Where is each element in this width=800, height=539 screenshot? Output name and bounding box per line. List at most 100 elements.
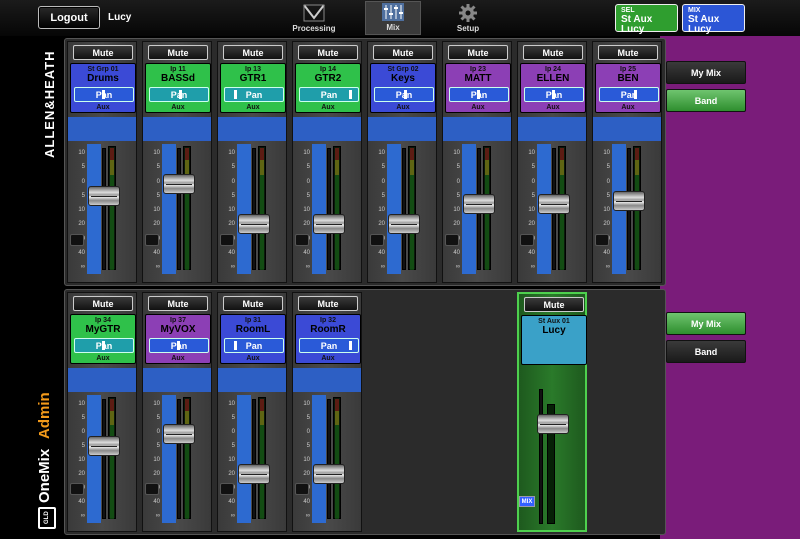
pan-control[interactable]: Pan (299, 87, 359, 102)
pafl-button[interactable] (595, 234, 609, 246)
scale-label: 5 (606, 192, 610, 199)
fader-knob[interactable] (88, 185, 120, 206)
top-my-mix-button[interactable]: My Mix (666, 61, 746, 84)
fader-knob[interactable] (238, 464, 270, 485)
channel-strip: Mute St Grp 01 Drums Pan Aux 10505102030… (67, 41, 137, 283)
tab-mix[interactable]: Mix (365, 1, 421, 35)
bottom-band-button[interactable]: Band (666, 340, 746, 363)
aux-label: Aux (621, 104, 635, 111)
scale-label: 5 (156, 443, 160, 449)
channel-label[interactable]: St Grp 02 Keys Pan Aux (370, 63, 436, 113)
level-meter (108, 397, 116, 519)
mute-button[interactable]: Mute (298, 296, 358, 311)
channel-label[interactable]: Ip 25 BEN Pan Aux (595, 63, 661, 113)
pan-control[interactable]: Pan (74, 338, 134, 353)
mute-button[interactable]: Mute (448, 45, 508, 60)
fader-knob[interactable] (538, 193, 570, 214)
scale-label: ∞ (605, 264, 610, 270)
mix-button[interactable]: MIX St Aux Lucy (682, 4, 745, 35)
meter-segment (185, 399, 189, 411)
pafl-button[interactable] (520, 234, 534, 246)
fader-scale: 1050510203040∞ (223, 144, 235, 274)
pafl-button[interactable] (220, 234, 234, 246)
sel-button[interactable]: SEL St Aux Lucy (615, 4, 678, 35)
fader-knob[interactable] (613, 191, 645, 212)
top-fader-bank: Mute St Grp 01 Drums Pan Aux 10505102030… (64, 38, 666, 286)
scale-label: 5 (306, 443, 310, 449)
pafl-button[interactable] (445, 234, 459, 246)
channel-name: GTR2 (314, 73, 342, 84)
channel-label[interactable]: Ip 32 RoomR Pan Aux (295, 314, 361, 364)
pan-control[interactable]: Pan (224, 87, 284, 102)
channel-label[interactable]: Ip 31 RoomL Pan Aux (220, 314, 286, 364)
channel-label[interactable]: Ip 14 GTR2 Pan Aux (295, 63, 361, 113)
pan-label: Pan (245, 340, 263, 351)
tab-setup[interactable]: Setup (440, 1, 496, 35)
strip-band (593, 117, 661, 141)
channel-label[interactable]: Ip 13 GTR1 Pan Aux (220, 63, 286, 113)
pan-control[interactable]: Pan (524, 87, 584, 102)
pafl-button[interactable] (145, 483, 159, 495)
fader-knob[interactable] (238, 214, 270, 235)
channel-name: Drums (87, 73, 119, 84)
meter-segment (410, 148, 414, 161)
logout-button[interactable]: Logout (38, 6, 100, 29)
fader-knob[interactable] (313, 214, 345, 235)
mute-button[interactable]: Mute (73, 296, 133, 311)
channel-label[interactable]: Ip 23 MATT Pan Aux (445, 63, 511, 113)
pan-control[interactable]: Pan (299, 338, 359, 353)
pafl-button[interactable] (70, 234, 84, 246)
pafl-button[interactable] (370, 234, 384, 246)
pan-control[interactable]: Pan (74, 87, 134, 102)
channel-name: BEN (617, 73, 639, 84)
pan-control[interactable]: Pan (374, 87, 434, 102)
channel-label[interactable]: Ip 34 MyGTR Pan Aux (70, 314, 136, 364)
mute-button[interactable]: Mute (598, 45, 658, 60)
scale-label: ∞ (155, 513, 160, 519)
pan-control[interactable]: Pan (149, 87, 209, 102)
fader-scale: 1050510203040∞ (148, 395, 160, 523)
aux-label: Aux (396, 104, 410, 111)
fader-knob[interactable] (163, 173, 195, 194)
scale-label: 10 (303, 457, 310, 463)
fader-knob[interactable] (463, 193, 495, 214)
mute-button[interactable]: Mute (73, 45, 133, 60)
bottom-fader-bank: Mute Ip 34 MyGTR Pan Aux 1050510203040∞ M… (64, 289, 666, 535)
top-band-button[interactable]: Band (666, 89, 746, 112)
mute-button[interactable]: Mute (523, 45, 583, 60)
channel-label[interactable]: Ip 37 MyVOX Pan Aux (145, 314, 211, 364)
pafl-button[interactable] (295, 234, 309, 246)
mute-button[interactable]: Mute (373, 45, 433, 60)
fader-knob[interactable] (163, 424, 195, 445)
pafl-button[interactable] (220, 483, 234, 495)
tab-processing[interactable]: Processing (286, 1, 342, 35)
mute-button[interactable]: Mute (223, 296, 283, 311)
mute-button[interactable]: Mute (148, 45, 208, 60)
pan-control[interactable]: Pan (449, 87, 509, 102)
fader-knob[interactable] (88, 436, 120, 457)
scale-label: 10 (378, 150, 385, 156)
pan-control[interactable]: Pan (224, 338, 284, 353)
channel-label[interactable]: Ip 11 BASSd Pan Aux (145, 63, 211, 113)
bottom-my-mix-button[interactable]: My Mix (666, 312, 746, 335)
channel-label[interactable]: St Grp 01 Drums Pan Aux (70, 63, 136, 113)
pan-control[interactable]: Pan (149, 338, 209, 353)
scale-label: 10 (378, 207, 385, 213)
master-fader-knob[interactable] (537, 414, 569, 435)
master-mute-button[interactable]: Mute (524, 297, 584, 312)
pan-position-marker (349, 341, 352, 350)
channel-label[interactable]: Ip 24 ELLEN Pan Aux (520, 63, 586, 113)
pan-control[interactable]: Pan (599, 87, 659, 102)
pafl-button[interactable] (145, 234, 159, 246)
mute-button[interactable]: Mute (298, 45, 358, 60)
fader-knob[interactable] (388, 214, 420, 235)
fader-knob[interactable] (313, 464, 345, 485)
pafl-button[interactable] (70, 483, 84, 495)
scale-label: 10 (78, 207, 85, 213)
mute-button[interactable]: Mute (148, 296, 208, 311)
meter-segment (560, 148, 564, 161)
scale-label: 10 (603, 150, 610, 156)
master-label[interactable]: St Aux 01 Lucy (521, 315, 587, 365)
mute-button[interactable]: Mute (223, 45, 283, 60)
pafl-button[interactable] (295, 483, 309, 495)
